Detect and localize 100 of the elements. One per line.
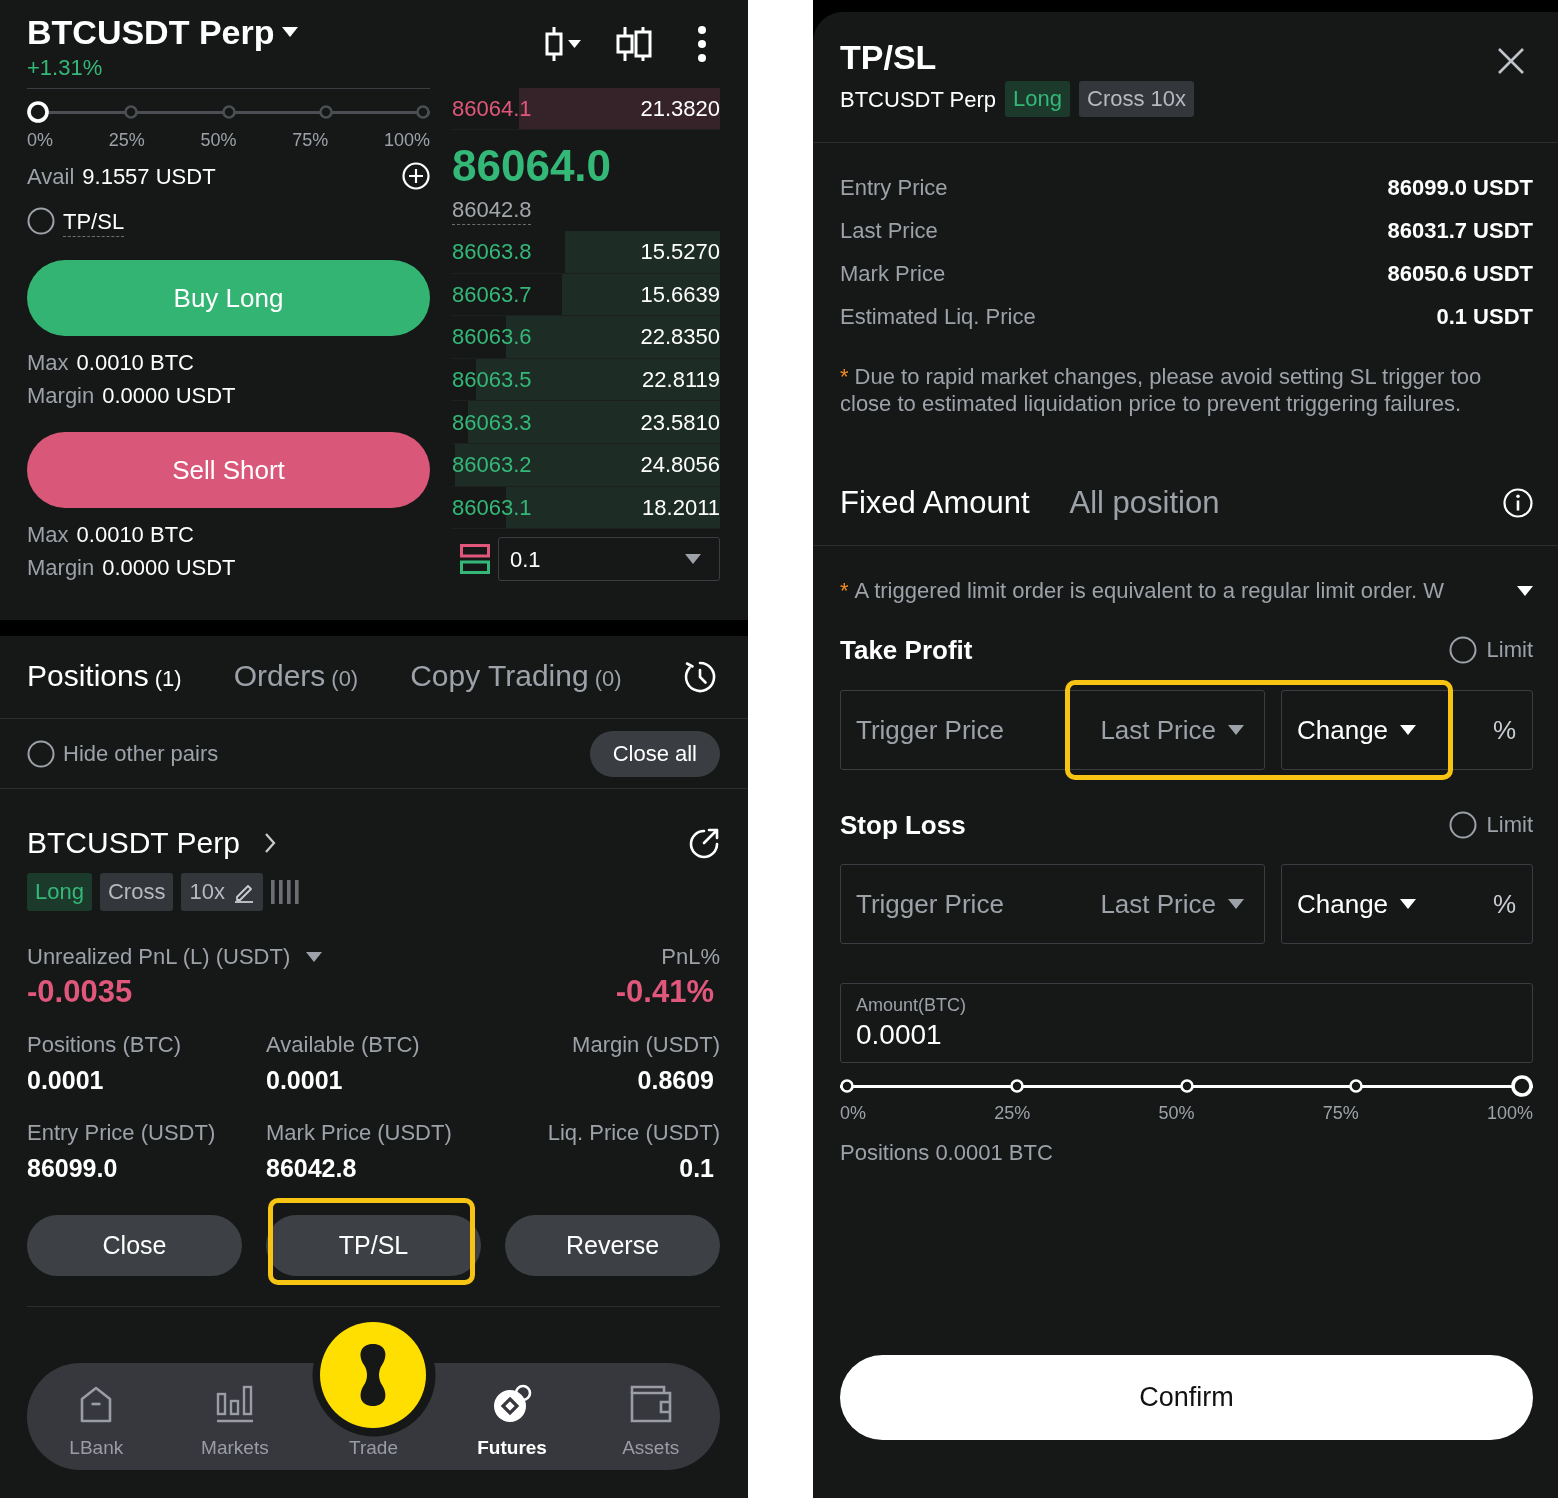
price-type-dropdown[interactable]: Last Price: [1100, 710, 1244, 750]
caret-icon[interactable]: [306, 952, 323, 962]
radio-icon[interactable]: [27, 739, 55, 768]
order-book-row[interactable]: 86063.8 15.5270: [452, 231, 720, 274]
stat-value: 0.1: [678, 1153, 715, 1183]
bid-price: 86063.5: [452, 366, 532, 395]
position-symbol[interactable]: BTCUSDT Perp: [27, 823, 240, 863]
close-icon[interactable]: [1497, 47, 1525, 75]
detail-value: 86031.7 USDT: [1387, 217, 1533, 245]
pnl-percent: -0.41%: [615, 974, 715, 1010]
precision-dropdown[interactable]: 0.1: [498, 537, 720, 582]
limit-label[interactable]: Limit: [1486, 633, 1533, 667]
share-icon[interactable]: [688, 827, 720, 859]
position-action-button[interactable]: Close: [27, 1215, 242, 1276]
tab[interactable]: Copy Trading (0): [410, 655, 622, 699]
trigger-price-field[interactable]: Trigger Price Last Price: [840, 690, 1265, 770]
more-icon[interactable]: [698, 26, 706, 62]
tab[interactable]: Positions (1): [27, 655, 182, 699]
order-book-row[interactable]: 86063.7 15.6639: [452, 273, 720, 317]
section-title: Take Profit: [840, 634, 973, 667]
caret-icon[interactable]: [1228, 725, 1244, 735]
candlesticks-icon[interactable]: [616, 27, 652, 61]
add-icon[interactable]: [402, 162, 430, 190]
caret-icon[interactable]: [685, 554, 701, 565]
hourglass-icon[interactable]: [320, 1322, 427, 1428]
detail-label: Estimated Liq. Price: [840, 303, 1036, 331]
close-all-button[interactable]: Close all: [589, 730, 720, 777]
wallet-icon[interactable]: [628, 1384, 673, 1424]
hide-pairs-label[interactable]: Hide other pairs: [63, 737, 219, 770]
pnl-type-dropdown[interactable]: Unrealized PnL (L) (USDT): [27, 942, 323, 972]
order-amount: 22.8119: [642, 366, 720, 395]
order-book-row[interactable]: 86063.2 24.8056: [452, 443, 720, 487]
mark-price: 86042.8: [452, 196, 532, 224]
slider-stop-icon[interactable]: [124, 105, 139, 119]
caret-icon[interactable]: [282, 27, 299, 37]
tpsl-label[interactable]: TP/SL: [63, 204, 125, 238]
change-type-dropdown[interactable]: Change: [1297, 884, 1417, 924]
change-field[interactable]: Change %: [1281, 864, 1533, 944]
radio-icon[interactable]: [27, 207, 55, 235]
symbol-title[interactable]: BTCUSDT Perp: [27, 12, 275, 52]
nav-item[interactable]: Futures: [442, 1363, 582, 1470]
order-book-row[interactable]: 86064.1 21.3820: [452, 88, 720, 130]
order-book-row[interactable]: 86063.6 22.8350: [452, 316, 720, 359]
nav-item[interactable]: Trade: [304, 1322, 443, 1470]
slider-stop-icon[interactable]: [318, 105, 333, 119]
order-amount: 15.6639: [640, 280, 720, 309]
order-amount: 15.5270: [640, 238, 720, 267]
tab[interactable]: Orders (0): [233, 655, 359, 699]
clock-icon[interactable]: [682, 659, 718, 695]
info-icon[interactable]: [1503, 488, 1533, 518]
stat-value: 0.0001: [27, 1065, 105, 1095]
position-action-button[interactable]: TP/SL: [266, 1215, 481, 1276]
confirm-button[interactable]: Confirm: [840, 1355, 1533, 1440]
order-book-row[interactable]: 86063.3 23.5810: [452, 401, 720, 444]
warning-text: * Due to rapid market changes, please avoid setting SL trigger too close to estimated liquidation price to prevent triggering failures.: [840, 363, 1483, 417]
tab[interactable]: All position: [1069, 483, 1220, 523]
detail-label: Last Price: [840, 217, 938, 245]
limit-label[interactable]: Limit: [1486, 808, 1533, 842]
tab[interactable]: Fixed Amount: [840, 483, 1030, 523]
margin-mode-tag: Cross: [99, 873, 174, 911]
amount-field[interactable]: Amount(BTC) 0.0001: [840, 983, 1533, 1063]
unit-label: %: [1492, 887, 1516, 921]
dialog-title: TP/SL: [840, 37, 937, 77]
tick-label: 0%: [27, 129, 53, 152]
price-type-dropdown[interactable]: Last Price: [1100, 884, 1244, 924]
slider-thumb[interactable]: [27, 101, 49, 123]
order-book-row[interactable]: 86063.1 18.2011: [452, 486, 720, 530]
detail-value: 0.1 USDT: [1436, 303, 1533, 331]
leverage-tag[interactable]: 10x: [181, 873, 263, 911]
layout-icon[interactable]: [460, 544, 490, 575]
stat-label: Margin (USDT): [571, 1031, 720, 1059]
detail-label: Entry Price: [840, 174, 948, 202]
radio-icon[interactable]: [1448, 811, 1477, 839]
bid-price: 86063.1: [452, 493, 532, 522]
slider-stop-icon[interactable]: [416, 105, 430, 119]
caret-icon[interactable]: [1517, 586, 1533, 596]
position-action-button[interactable]: Reverse: [505, 1215, 720, 1276]
nav-item[interactable]: Markets: [165, 1363, 305, 1470]
slider-thumb[interactable]: [1511, 1075, 1533, 1097]
order-book-row[interactable]: 86063.5 22.8119: [452, 358, 720, 402]
ask-price: 86064.1: [452, 95, 532, 123]
trigger-price-field[interactable]: Trigger Price Last Price: [840, 864, 1265, 944]
caret-icon[interactable]: [1228, 899, 1244, 909]
sell-button[interactable]: Sell Short: [27, 432, 430, 508]
chevron-right-icon[interactable]: [263, 832, 276, 854]
slider-stop-icon[interactable]: [221, 105, 236, 119]
caret-icon[interactable]: [1400, 899, 1417, 909]
nav-item[interactable]: LBank: [27, 1363, 166, 1470]
pnl-value: -0.0035: [27, 974, 133, 1010]
change-field[interactable]: Change %: [1281, 690, 1533, 770]
change-type-dropdown[interactable]: Change: [1297, 710, 1417, 750]
radio-icon[interactable]: [1448, 636, 1477, 664]
caret-icon[interactable]: [568, 40, 581, 48]
nav-item[interactable]: Assets: [581, 1363, 720, 1470]
caret-icon[interactable]: [1400, 725, 1417, 735]
candlestick-icon[interactable]: [545, 27, 563, 61]
coin-icon[interactable]: [492, 1384, 533, 1424]
tick-label: 50%: [1158, 1102, 1195, 1125]
max-label: Max: [27, 521, 69, 549]
bar-chart-icon[interactable]: [214, 1384, 255, 1424]
